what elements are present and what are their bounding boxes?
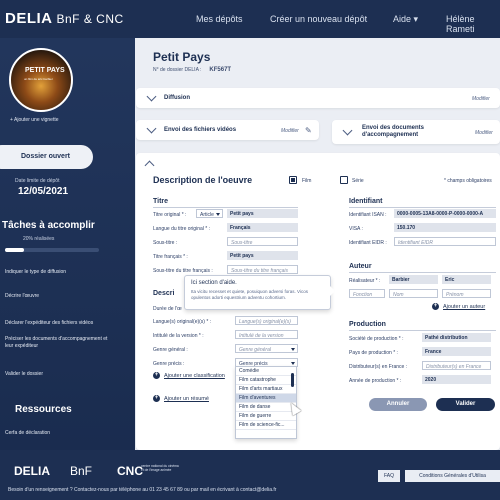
task-item[interactable]: Indiquer le type de diffusion (5, 269, 113, 276)
isan-field[interactable]: 0000-0005-13A8-0000-P-0000-0000-A (394, 209, 496, 218)
cgu-button[interactable]: Conditions Générales d'Utilisa (405, 470, 500, 482)
subtitle-field[interactable]: Sous-titre (227, 237, 298, 246)
caret-icon (291, 362, 295, 365)
dropdown-option[interactable]: Film d'arts martiaux (236, 385, 296, 394)
task-item[interactable]: Déclarer l'expéditeur des fichiers vidéo… (5, 320, 113, 327)
edit-icon[interactable]: ✎ (305, 126, 312, 135)
version-field[interactable]: Intitulé de la version (235, 330, 298, 339)
required-note: * champs obligatoires (444, 178, 492, 184)
divider (153, 207, 298, 208)
chevron-down-icon (146, 91, 157, 102)
visa-field[interactable]: 150.170 (394, 223, 496, 232)
footer: DELIA BnF CNC centre national du cinéma … (0, 450, 500, 500)
film-thumbnail[interactable]: PETIT PAYS un film de éric barbier (9, 48, 73, 112)
add-icon[interactable]: + (432, 303, 439, 310)
partners-logo: BnF & CNC (56, 12, 124, 26)
docs-section[interactable]: Envoi des documents d'accompagnement Mod… (332, 120, 500, 144)
progress-fill (5, 248, 24, 252)
footer-cnc-logo: CNC (117, 464, 143, 478)
serie-checkbox[interactable] (340, 176, 348, 184)
divider (349, 207, 496, 208)
dropdown-option[interactable]: Film de guerre (236, 412, 296, 421)
french-title-field[interactable]: Petit pays (227, 251, 298, 260)
divider (349, 330, 496, 331)
tasks-title: Tâches à accomplir (2, 220, 95, 231)
task-item[interactable]: Décrire l'œuvre (5, 293, 113, 300)
director-name-field[interactable]: Barbier (389, 275, 438, 284)
auteur-heading: Auteur (349, 263, 372, 270)
article-select[interactable]: Article (196, 209, 223, 218)
cnc-subtitle: centre national du cinéma et de l'image … (141, 464, 179, 473)
diffusion-section[interactable]: Diffusion Modifier (136, 88, 500, 108)
original-title-field[interactable]: Petit pays (227, 209, 298, 218)
function-field[interactable]: Fonction (349, 289, 385, 298)
nav-nouveau-depot[interactable]: Créer un nouveau dépôt (270, 14, 367, 24)
dropdown-scrollbar[interactable] (291, 373, 294, 387)
chevron-up-icon[interactable] (144, 160, 155, 171)
description-title: Description de l'oeuvre (153, 175, 253, 185)
app-logo[interactable]: DELIA BnF & CNC (5, 10, 124, 27)
tasks-progress-text: 20% réalisées (23, 236, 55, 242)
footer-bnf-logo: BnF (70, 464, 93, 478)
resource-link[interactable]: Cerfa de déclaration (5, 430, 50, 436)
videos-section[interactable]: Envoi des fichiers vidéos Modifier ✎ (136, 120, 319, 140)
footer-help-text: Besoin d'un renseignement ? Contactez-no… (8, 487, 277, 493)
chevron-down-icon: ▾ (413, 14, 419, 24)
task-item[interactable]: Valider le dossier (5, 371, 113, 378)
add-icon[interactable]: + (153, 372, 160, 379)
sidebar: PETIT PAYS un film de éric barbier + Ajo… (0, 38, 135, 450)
title-language-field[interactable]: Français (227, 223, 298, 232)
add-classification-link[interactable]: Ajouter une classification (164, 373, 225, 379)
identifiant-heading: Identifiant (349, 198, 383, 205)
divider (349, 272, 496, 273)
nav-user[interactable]: Hélène Rameti (446, 14, 500, 34)
description-heading: Descri (153, 290, 175, 297)
genre-select[interactable]: Genre général (235, 344, 298, 353)
main-content: Petit Pays N° de dossier DELIA : KF567T D… (135, 38, 500, 450)
add-summary-link[interactable]: Ajouter un résumé (164, 396, 209, 402)
deadline-value: 12/05/2021 (18, 186, 69, 197)
original-languages-field[interactable]: Langue(s) original(e)(s) (235, 316, 298, 325)
production-heading: Production (349, 321, 386, 328)
production-company-field[interactable]: Pathé distribution (422, 333, 491, 342)
status-button[interactable]: Dossier ouvert (0, 145, 93, 169)
director-firstname-field[interactable]: Eric (442, 275, 491, 284)
faq-button[interactable]: FAQ (378, 470, 400, 482)
production-year-field[interactable]: 2020 (422, 375, 491, 384)
cancel-button[interactable]: Annuler (369, 398, 427, 411)
distributor-field[interactable]: Distributeur(s) en France (422, 361, 491, 370)
nav-mes-depots[interactable]: Mes dépôts (196, 14, 243, 24)
dropdown-option[interactable]: Film catastrophe (236, 376, 296, 385)
production-country-field[interactable]: France (422, 347, 491, 356)
genre-dropdown[interactable]: Comédie Film catastrophe Film d'arts mar… (235, 366, 297, 439)
task-item[interactable]: Préciser les documents d'accompagnement … (5, 336, 113, 350)
validate-button[interactable]: Valider (436, 398, 495, 411)
titre-heading: Titre (153, 198, 169, 205)
dropdown-option-highlighted[interactable]: Film d'aventures (236, 394, 296, 403)
author-firstname-field[interactable]: Prénom (442, 289, 491, 298)
footer-delia-logo: DELIA (14, 464, 50, 478)
dropdown-option[interactable]: Film de science-fic... (236, 421, 296, 430)
add-icon[interactable]: + (153, 395, 160, 402)
add-thumbnail-link[interactable]: + Ajouter une vignette (10, 117, 59, 123)
page-title: Petit Pays (153, 50, 211, 64)
tasks-progress-bar (5, 248, 99, 252)
top-bar: DELIA BnF & CNC Mes dépôts Créer un nouve… (0, 0, 500, 38)
resources-title: Ressources (15, 404, 72, 415)
add-author-link[interactable]: Ajouter un auteur (443, 304, 485, 310)
caret-icon (216, 213, 220, 216)
deadline-label: Date limite de dépôt (15, 178, 60, 184)
dossier-number: N° de dossier DELIA : KF567T (153, 67, 232, 73)
caret-icon (291, 348, 295, 351)
french-subtitle-field[interactable]: Sous-titre du titre français (227, 265, 298, 274)
film-checkbox[interactable] (289, 176, 297, 184)
author-name-field[interactable]: Nom (389, 289, 438, 298)
chevron-down-icon (342, 125, 353, 136)
eidr-field[interactable]: Identifiant EIDR (394, 237, 496, 246)
chevron-down-icon (146, 123, 157, 134)
dropdown-option[interactable]: Comédie (236, 367, 296, 376)
nav-aide[interactable]: Aide ▾ (393, 14, 418, 25)
help-tooltip: Ici section d'aide. Ita vicitu recesset … (184, 275, 335, 310)
